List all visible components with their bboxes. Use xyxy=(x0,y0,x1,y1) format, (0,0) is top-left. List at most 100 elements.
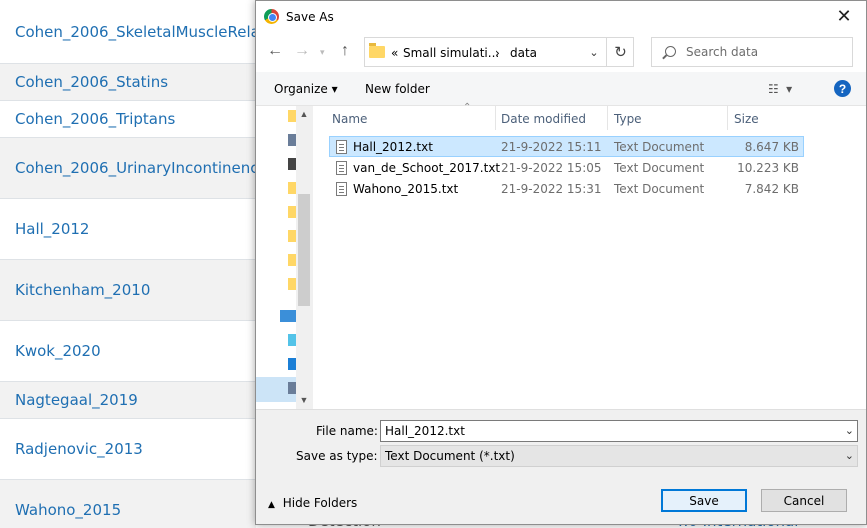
table-row[interactable]: Kwok_2020 xyxy=(0,321,256,382)
column-divider[interactable] xyxy=(607,106,608,130)
column-type[interactable]: Type xyxy=(614,112,642,126)
file-row[interactable]: van_de_Schoot_2017.txt 21-9-2022 15:05 T… xyxy=(329,157,804,178)
nav-scrollbar[interactable]: ▲ ▼ xyxy=(296,106,312,409)
file-type: Text Document xyxy=(614,161,705,175)
column-divider[interactable] xyxy=(495,106,496,130)
table-row[interactable]: Cohen_2006_Statins xyxy=(0,64,256,101)
address-dropdown-icon[interactable]: ⌄ xyxy=(584,37,604,67)
scroll-up-icon[interactable]: ▲ xyxy=(296,106,312,122)
film-icon[interactable] xyxy=(288,158,296,170)
table-row[interactable]: Kitchenham_2010 xyxy=(0,260,256,321)
dataset-link[interactable]: Cohen_2006_Statins xyxy=(15,73,168,91)
desktop-icon[interactable] xyxy=(288,358,296,370)
dialog-titlebar[interactable]: Save As ✕ xyxy=(256,1,866,32)
dataset-link[interactable]: Hall_2012 xyxy=(15,220,89,238)
close-button[interactable]: ✕ xyxy=(822,1,866,32)
sort-indicator-icon: ⌃ xyxy=(463,102,472,113)
table-row[interactable]: Cohen_2006_SkeletalMuscleRelaxants xyxy=(0,0,256,64)
cancel-button[interactable]: Cancel xyxy=(761,489,847,512)
file-size: 7.842 KB xyxy=(744,182,799,196)
file-name: Wahono_2015.txt xyxy=(353,182,459,196)
folder-icon xyxy=(369,43,385,58)
chevron-up-icon: ▲ xyxy=(268,500,275,510)
navigation-pane[interactable]: ▲ ▼ xyxy=(256,106,312,409)
search-box[interactable] xyxy=(651,37,853,67)
new-folder-button[interactable]: New folder xyxy=(365,82,430,96)
file-row[interactable]: Wahono_2015.txt 21-9-2022 15:31 Text Doc… xyxy=(329,178,804,199)
file-date: 21-9-2022 15:05 xyxy=(501,161,602,175)
text-file-icon xyxy=(336,182,347,196)
document-icon[interactable] xyxy=(288,382,296,394)
dataset-link[interactable]: Cohen_2006_UrinaryIncontinence xyxy=(15,159,256,177)
forward-arrow-icon[interactable]: → xyxy=(294,42,310,60)
table-row[interactable]: Hall_2012 xyxy=(0,199,256,260)
chrome-logo-icon xyxy=(264,9,279,24)
scroll-thumb[interactable] xyxy=(298,194,310,306)
file-size: 10.223 KB xyxy=(737,161,799,175)
breadcrumb-current[interactable]: data xyxy=(510,46,537,60)
save-as-type-label: Save as type: xyxy=(296,449,378,463)
save-as-type-select[interactable]: Text Document (*.txt) ⌄ xyxy=(380,445,858,467)
breadcrumb-overflow[interactable]: « xyxy=(391,46,398,60)
file-list[interactable]: ⌃ Name Date modified Type Size Hall_2012… xyxy=(313,102,866,409)
file-name-label: File name: xyxy=(316,424,378,438)
scroll-down-icon[interactable]: ▼ xyxy=(296,392,312,408)
navigation-bar: ← → ▾ ↑ « Small simulati... › data ⌄ ↻ xyxy=(256,32,866,72)
dataset-link[interactable]: Kitchenham_2010 xyxy=(15,281,150,299)
organize-button[interactable]: Organize ▾ xyxy=(274,82,338,96)
dialog-title: Save As xyxy=(286,10,334,24)
save-as-dialog: Save As ✕ ← → ▾ ↑ « Small simulati... › … xyxy=(255,0,867,525)
view-options-button[interactable]: ☷ ▾ xyxy=(768,82,794,96)
file-size: 8.647 KB xyxy=(744,140,799,154)
object3d-icon[interactable] xyxy=(288,334,296,346)
up-arrow-icon[interactable]: ↑ xyxy=(341,42,349,60)
help-icon[interactable]: ? xyxy=(834,80,851,97)
folder-icon[interactable] xyxy=(288,254,296,266)
computer-icon[interactable] xyxy=(280,310,296,322)
column-divider[interactable] xyxy=(727,106,728,130)
back-arrow-icon[interactable]: ← xyxy=(267,42,283,60)
file-name: van_de_Schoot_2017.txt xyxy=(353,161,501,175)
column-name[interactable]: Name xyxy=(332,112,367,126)
folder-icon[interactable] xyxy=(288,206,296,218)
table-row[interactable]: Cohen_2006_Triptans xyxy=(0,101,256,138)
file-row[interactable]: Hall_2012.txt 21-9-2022 15:11 Text Docum… xyxy=(329,136,804,157)
folder-icon[interactable] xyxy=(288,110,296,122)
refresh-button[interactable]: ↻ xyxy=(606,37,634,67)
chevron-down-icon[interactable]: ⌄ xyxy=(845,449,854,462)
dataset-link[interactable]: Nagtegaal_2019 xyxy=(15,391,138,409)
command-toolbar: Organize ▾ New folder ☷ ▾ ? xyxy=(256,72,866,106)
file-type: Text Document xyxy=(614,182,705,196)
column-date-modified[interactable]: Date modified xyxy=(501,112,586,126)
text-file-icon xyxy=(336,161,347,175)
recent-chevron-icon[interactable]: ▾ xyxy=(320,47,325,58)
hide-folders-button[interactable]: ▲ Hide Folders xyxy=(268,496,357,510)
breadcrumb-parent[interactable]: Small simulati... xyxy=(403,46,499,60)
dataset-link[interactable]: Cohen_2006_Triptans xyxy=(15,110,175,128)
breadcrumb-separator-icon[interactable]: › xyxy=(495,46,500,60)
text-file-icon xyxy=(336,140,347,154)
table-row[interactable]: Nagtegaal_2019 xyxy=(0,382,256,419)
folder-icon[interactable] xyxy=(288,230,296,242)
file-date: 21-9-2022 15:11 xyxy=(501,140,602,154)
dialog-footer: File name: ⌄ Save as type: Text Document… xyxy=(256,409,866,524)
chevron-down-icon[interactable]: ⌄ xyxy=(845,424,854,437)
dataset-link[interactable]: Radjenovic_2013 xyxy=(15,440,143,458)
document-icon[interactable] xyxy=(288,134,296,146)
table-row[interactable]: Cohen_2006_UrinaryIncontinence xyxy=(0,138,256,199)
file-name-input[interactable] xyxy=(385,421,835,441)
dataset-link[interactable]: Wahono_2015 xyxy=(15,501,121,519)
file-type: Text Document xyxy=(614,140,705,154)
folder-icon[interactable] xyxy=(288,182,296,194)
folder-icon[interactable] xyxy=(288,278,296,290)
column-size[interactable]: Size xyxy=(734,112,759,126)
dataset-link[interactable]: Cohen_2006_SkeletalMuscleRelaxants xyxy=(15,23,256,41)
dataset-link[interactable]: Kwok_2020 xyxy=(15,342,101,360)
table-row[interactable]: Wahono_2015 xyxy=(0,480,256,528)
file-name-combobox[interactable]: ⌄ xyxy=(380,420,858,442)
table-row[interactable]: Radjenovic_2013 xyxy=(0,419,256,480)
save-button[interactable]: Save xyxy=(661,489,747,512)
search-icon xyxy=(665,46,676,57)
search-input[interactable] xyxy=(686,38,846,66)
file-name: Hall_2012.txt xyxy=(353,140,433,154)
